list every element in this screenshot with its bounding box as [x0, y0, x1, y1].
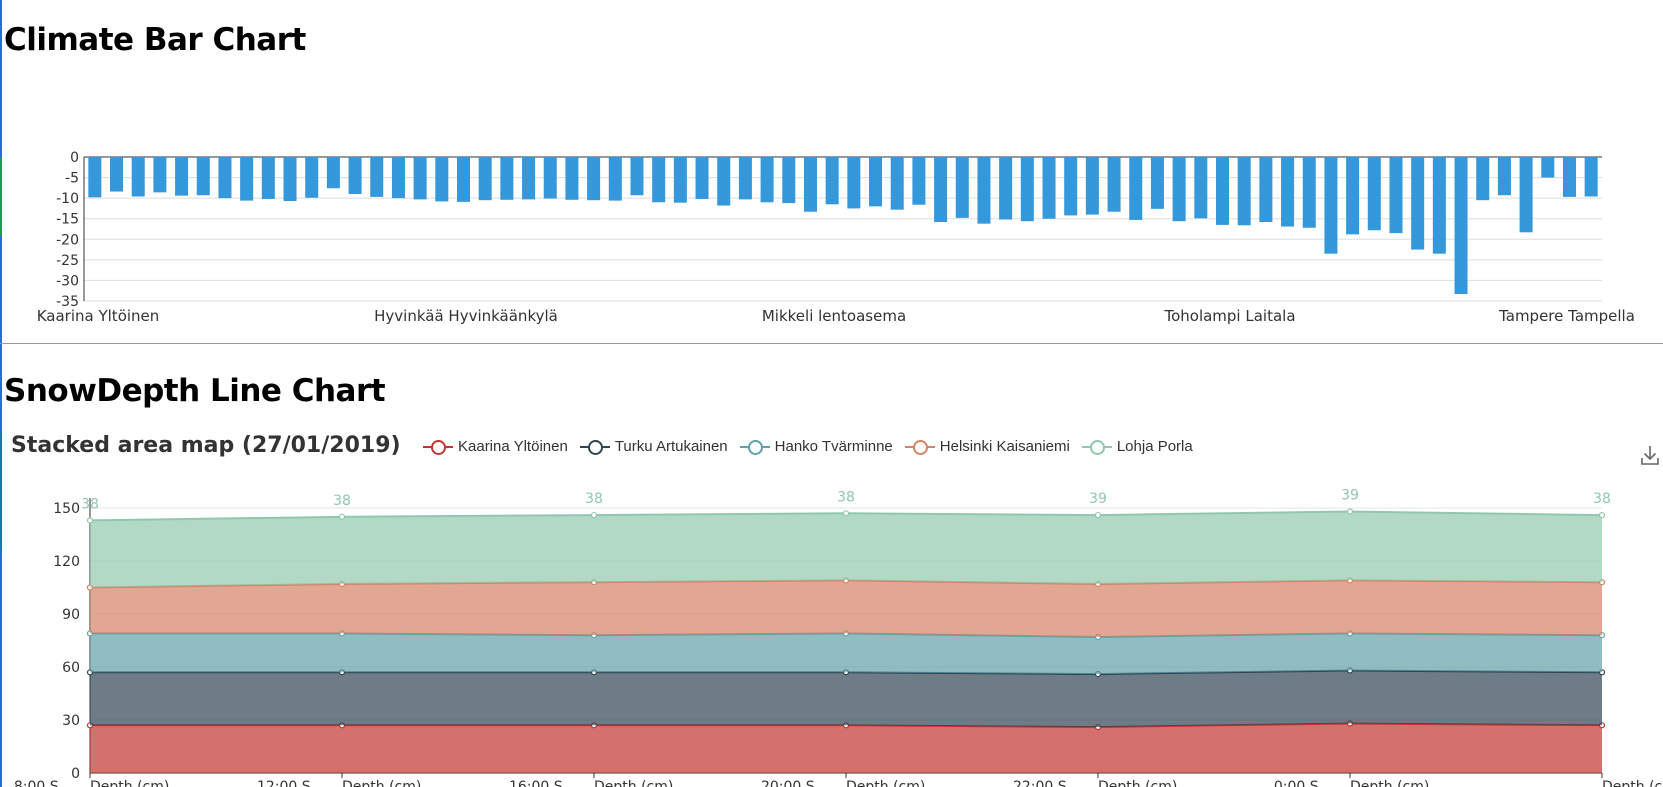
area-point — [338, 513, 346, 520]
legend-swatch — [423, 439, 453, 455]
legend-label: Hanko Tvärminne — [774, 438, 893, 455]
legend-item[interactable]: Kaarina Yltöinen — [423, 438, 568, 455]
area-top-label: 38 — [81, 496, 99, 512]
legend-item[interactable]: Lohja Porla — [1081, 438, 1193, 455]
area-y-tick-label: 90 — [62, 607, 80, 623]
legend-swatch — [1081, 439, 1112, 455]
area-x-time-label: 16:00 S... — [509, 779, 576, 787]
legend-label: Lohja Porla — [1116, 438, 1193, 455]
area-y-tick-label: 30 — [62, 713, 80, 729]
area-y-tick-label: 60 — [62, 660, 80, 676]
snowdepth-area-chart: 0306090120150 38 38 38 38 39 39 388:00 S... Dept… — [14, 488, 1663, 787]
area-series-fill — [90, 580, 1602, 637]
area-x-depth-label: Depth (cm) — [1350, 779, 1429, 787]
area-x-time-label: 8:00 S... — [14, 779, 72, 787]
download-icon[interactable] — [1640, 444, 1660, 466]
legend-label: Helsinki Kaisaniemi — [939, 438, 1070, 455]
area-x-depth-label: Depth (c... — [1602, 779, 1663, 787]
area-point — [86, 517, 94, 524]
area-series-fill — [90, 723, 1602, 773]
area-x-time-label: 20:00 S... — [761, 779, 828, 787]
area-top-label: 38 — [333, 493, 351, 509]
legend-swatch — [904, 439, 935, 455]
area-x-depth-label: Depth (cm) — [90, 779, 169, 787]
area-x-depth-label: Depth (cm) — [594, 779, 673, 787]
area-top-label: 39 — [1089, 491, 1107, 507]
legend-item[interactable]: Turku Artukainen — [579, 438, 728, 455]
area-y-tick-label: 150 — [53, 501, 80, 517]
area-x-time-label: 22:00 S... — [1013, 779, 1080, 787]
legend-label: Turku Artukainen — [614, 438, 728, 455]
legend-item[interactable]: Hanko Tvärminne — [739, 438, 893, 455]
area-y-tick-label: 0 — [71, 766, 80, 782]
legend-label: Kaarina Yltöinen — [458, 438, 568, 455]
area-top-label: 38 — [585, 491, 603, 507]
area-point — [1094, 511, 1102, 519]
area-top-label: 38 — [1593, 491, 1611, 507]
area-top-label: 38 — [837, 489, 855, 505]
area-chart-legend: Kaarina Yltöinen Turku Artukainen Hanko Tv… — [423, 438, 1193, 455]
legend-item[interactable]: Helsinki Kaisaniemi — [904, 438, 1070, 455]
legend-swatch — [579, 439, 610, 455]
area-x-time-label: 12:00 S... — [257, 779, 324, 787]
area-series-fill — [90, 633, 1602, 675]
legend-swatch — [739, 439, 770, 455]
area-x-time-label: 0:00 S... — [1274, 779, 1332, 787]
area-y-tick-label: 120 — [53, 554, 80, 570]
area-series-fill — [90, 670, 1602, 728]
area-point — [1598, 511, 1606, 519]
stacked-area-subtitle: Stacked area map (27/01/2019) — [11, 433, 401, 458]
area-x-depth-label: Depth (cm) — [1098, 779, 1177, 787]
area-point — [842, 510, 850, 517]
area-x-depth-label: Depth (cm) — [342, 779, 421, 787]
area-top-label: 39 — [1341, 488, 1359, 504]
area-series-fill — [90, 511, 1602, 588]
area-point — [590, 511, 598, 519]
area-x-depth-label: Depth (cm) — [846, 779, 925, 787]
area-point — [1346, 508, 1354, 515]
